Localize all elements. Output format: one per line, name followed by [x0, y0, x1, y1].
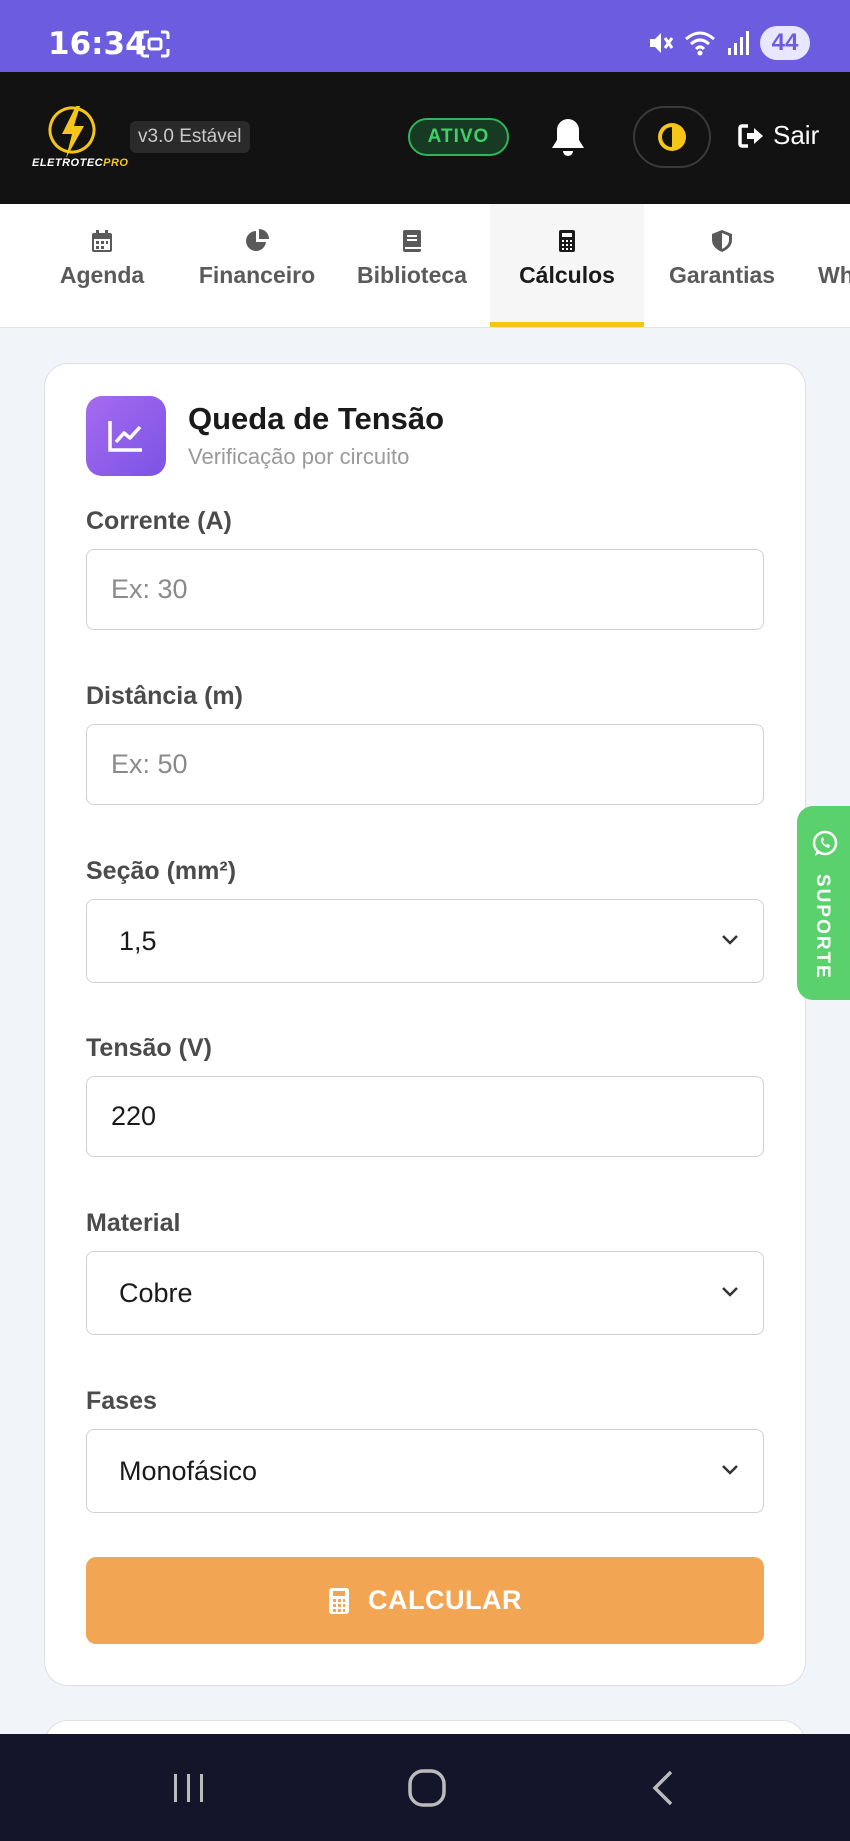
bell-icon[interactable]: [549, 116, 587, 158]
material-label: Material: [86, 1209, 181, 1237]
support-label: SUPORTE: [812, 874, 833, 980]
corrente-input[interactable]: Ex: 30: [86, 549, 764, 630]
logout-icon: [738, 123, 763, 148]
logo-text: ELETROTECPRO: [32, 157, 129, 169]
distancia-label: Distância (m): [86, 682, 243, 710]
fases-label: Fases: [86, 1387, 157, 1415]
app-header: ELETROTECPRO v3.0 Estável ATIVO Sair: [0, 72, 850, 204]
pie-chart-icon: [246, 229, 269, 251]
corrente-label: Corrente (A): [86, 507, 232, 535]
battery-level: 44: [760, 26, 810, 60]
calculate-button[interactable]: CALCULAR: [86, 1557, 764, 1644]
screenshot-icon: [140, 30, 170, 58]
calendar-icon: [92, 230, 112, 252]
recent-apps-icon[interactable]: [165, 1764, 213, 1812]
status-time: 16:34: [48, 26, 147, 62]
distancia-input[interactable]: Ex: 50: [86, 724, 764, 805]
line-chart-icon: [108, 421, 142, 452]
status-bar: 16:34 44: [0, 0, 850, 72]
tab-agenda[interactable]: Agenda: [48, 204, 156, 327]
contrast-icon: [658, 123, 686, 151]
card-title: Queda de Tensão: [188, 401, 445, 436]
secao-label: Seção (mm²): [86, 857, 237, 885]
card-icon-box: [86, 396, 166, 476]
theme-toggle-button[interactable]: [633, 106, 711, 168]
card-subtitle: Verificação por circuito: [188, 444, 410, 469]
tab-biblioteca[interactable]: Biblioteca: [354, 204, 470, 327]
shield-icon: [712, 230, 732, 252]
home-icon[interactable]: [403, 1764, 451, 1812]
system-nav-bar: [0, 1734, 850, 1841]
material-select[interactable]: Cobre: [86, 1251, 764, 1335]
secao-value: 1,5: [119, 925, 157, 956]
tab-garantias[interactable]: Garantias: [664, 204, 780, 327]
tensao-input[interactable]: 220: [86, 1076, 764, 1157]
tensao-label: Tensão (V): [86, 1034, 212, 1062]
signal-icon: [728, 31, 749, 55]
whatsapp-icon: [812, 830, 838, 856]
calculator-icon: [329, 1587, 349, 1614]
mute-icon: [650, 33, 674, 53]
support-button[interactable]: SUPORTE: [797, 806, 850, 1000]
chevron-down-icon: [722, 1465, 738, 1475]
chevron-down-icon: [722, 1287, 738, 1297]
tab-calculos[interactable]: Cálculos: [490, 204, 644, 327]
material-value: Cobre: [119, 1277, 193, 1308]
wifi-icon: [685, 31, 715, 56]
fases-value: Monofásico: [119, 1455, 258, 1486]
voltage-drop-card: Queda de Tensão Verificação por circuito…: [44, 363, 806, 1686]
tab-financeiro[interactable]: Financeiro: [196, 204, 318, 327]
fases-select[interactable]: Monofásico: [86, 1429, 764, 1513]
tab-bar: Agenda Financeiro Biblioteca Cálculos Ga…: [0, 204, 850, 328]
logout-button[interactable]: Sair: [737, 120, 819, 151]
logout-label: Sair: [773, 120, 820, 150]
version-badge: v3.0 Estável: [130, 121, 250, 153]
calculate-label: CALCULAR: [368, 1585, 522, 1615]
secao-select[interactable]: 1,5: [86, 899, 764, 983]
back-icon[interactable]: [641, 1764, 689, 1812]
status-badge: ATIVO: [408, 118, 509, 156]
tab-partial[interactable]: Wh: [818, 204, 850, 327]
chevron-down-icon: [722, 935, 738, 945]
book-icon: [403, 230, 421, 252]
calculator-icon: [559, 230, 575, 252]
